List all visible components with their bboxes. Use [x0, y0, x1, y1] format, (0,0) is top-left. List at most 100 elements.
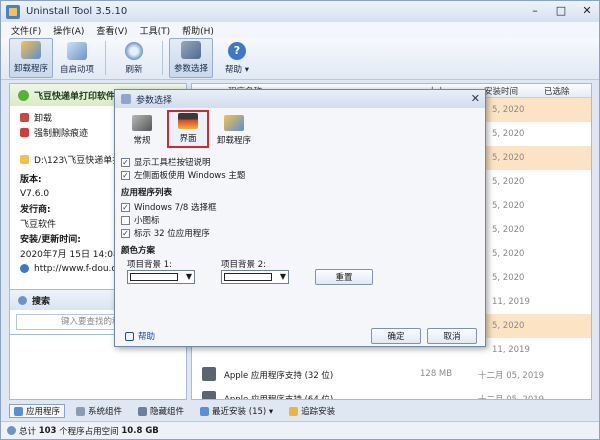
app-status-icon [18, 89, 29, 101]
tab-system-components[interactable]: 系统组件 [71, 404, 127, 418]
uninstaller-icon [224, 115, 244, 131]
color-swatch [130, 273, 178, 281]
menu-help[interactable]: 帮助(H) [182, 24, 214, 37]
program-name: Apple 应用程序支持 (32 位) [224, 371, 334, 381]
track-install-icon [289, 406, 299, 416]
help-link[interactable]: 帮助 [125, 330, 155, 342]
maximize-icon[interactable]: □ [555, 4, 567, 18]
ok-button[interactable]: 确定 [371, 328, 421, 344]
refresh-button[interactable]: 刷新 [112, 38, 156, 78]
tab-general[interactable]: 常规 [121, 110, 163, 148]
left-panel-theme-checkbox[interactable]: ✓ 左侧面板使用 Windows 主题 [121, 169, 245, 181]
install-date: 5, 2020 [492, 201, 525, 211]
toolbar: 卸载程序 自启动项 刷新 参数选择 ? 帮助 ▾ [1, 38, 599, 80]
hidden-components-icon [138, 406, 148, 416]
force-remove-icon [20, 128, 29, 137]
color-scheme-section: 颜色方案 [121, 246, 156, 256]
tab-recent-installs[interactable]: 最近安装 (15) ▾ [195, 404, 278, 418]
dropdown-arrow-icon: ▼ [185, 272, 192, 281]
publisher-value: 飞豆软件 [20, 220, 57, 230]
list-item[interactable]: Apple 应用程序支持 (64 位) 十二月 05, 2019 [192, 386, 591, 400]
toolbar-separator [162, 41, 163, 75]
toolbar-separator [105, 41, 106, 75]
general-icon [132, 115, 152, 131]
menu-action[interactable]: 操作(A) [53, 24, 84, 37]
bg1-label: 项目背景 1: [127, 260, 172, 270]
system-components-icon [76, 406, 86, 416]
install-date: 5, 2020 [492, 129, 525, 139]
version-value: V7.6.0 [20, 188, 50, 199]
program-name: Apple 应用程序支持 (64 位) [224, 395, 334, 400]
close-icon[interactable]: ✕ [581, 4, 593, 18]
install-date: 11, 2019 [492, 345, 530, 355]
startup-button[interactable]: 自启动项 [55, 38, 99, 78]
dialog-icon [121, 94, 131, 104]
toolbar-desc-checkbox[interactable]: ✓ 显示工具栏按钮说明 [121, 156, 211, 168]
category-tabs: 应用程序 系统组件 隐藏组件 最近安装 (15) ▾ 追踪安装 [9, 403, 599, 419]
help-button[interactable]: ? 帮助 ▾ [215, 38, 259, 78]
dialog-close-icon[interactable]: ✕ [471, 92, 480, 105]
program-size: 128 MB [420, 369, 453, 379]
small-icons-checkbox[interactable]: 小图标 [121, 214, 160, 226]
dropdown-arrow-icon: ▼ [279, 272, 286, 281]
uninstall-icon [21, 41, 41, 59]
cancel-button[interactable]: 取消 [427, 328, 477, 344]
bg2-color-select[interactable]: ▼ [221, 270, 289, 284]
install-date: 5, 2020 [492, 105, 525, 115]
app-list-section: 应用程序列表 [121, 188, 173, 198]
version-label: 版本: [20, 175, 42, 185]
publisher-label: 发行商: [20, 205, 51, 215]
checkbox[interactable] [121, 215, 130, 225]
folder-icon [20, 155, 29, 164]
search-icon [18, 295, 27, 305]
checkbox[interactable]: ✓ [121, 202, 130, 212]
help-icon: ? [228, 42, 246, 60]
bg1-color-select[interactable]: ▼ [127, 270, 195, 284]
dialog-title-bar: 参数选择 [115, 90, 485, 108]
reset-button[interactable]: 重置 [315, 269, 373, 285]
install-date: 5, 2020 [492, 153, 525, 163]
status-bar: 总计 103 个程序占用空间 10.8 GB [1, 421, 599, 439]
globe-icon [20, 264, 29, 273]
tab-track-install[interactable]: 追踪安装 [284, 404, 340, 418]
menu-tools[interactable]: 工具(T) [140, 24, 171, 37]
tab-interface[interactable]: 界面 [167, 110, 209, 148]
menu-bar: 文件(F) 操作(A) 查看(V) 工具(T) 帮助(H) [1, 22, 599, 38]
install-date: 十二月 05, 2019 [478, 371, 545, 381]
checkbox[interactable]: ✓ [121, 228, 130, 238]
tab-uninstaller[interactable]: 卸载程序 [213, 110, 255, 148]
uninstall-button[interactable]: 卸载程序 [9, 38, 53, 78]
menu-view[interactable]: 查看(V) [96, 24, 127, 37]
options-button[interactable]: 参数选择 [169, 38, 213, 78]
col-date[interactable]: 安装时间 [484, 85, 518, 97]
uninstall-small-icon [20, 113, 29, 122]
minimize-icon[interactable]: – [529, 4, 541, 18]
install-date-label: 安装/更新时间: [20, 235, 81, 245]
recent-installs-icon [200, 406, 210, 416]
checkbox[interactable]: ✓ [121, 170, 130, 180]
install-date: 十二月 05, 2019 [478, 395, 545, 400]
package-icon [202, 367, 216, 381]
tools-icon [181, 41, 201, 59]
app-icon [6, 4, 20, 19]
install-date: 5, 2020 [492, 321, 525, 331]
applications-icon [14, 406, 23, 416]
install-date: 5, 2020 [492, 249, 525, 259]
window-title: Uninstall Tool 3.5.10 [26, 6, 128, 17]
win78-checkbox[interactable]: ✓ Windows 7/8 选择框 [121, 201, 217, 213]
title-bar: Uninstall Tool 3.5.10 – □ ✕ [1, 1, 599, 22]
mark-32bit-checkbox[interactable]: ✓ 标示 32 位应用程序 [121, 227, 210, 239]
col-removed[interactable]: 已选除 [544, 85, 570, 97]
install-date: 11, 2019 [492, 297, 530, 307]
tab-applications[interactable]: 应用程序 [9, 404, 66, 418]
refresh-icon [125, 42, 143, 60]
bg2-label: 项目背景 2: [221, 260, 266, 270]
checkbox[interactable]: ✓ [121, 157, 130, 167]
dialog-title: 参数选择 [136, 95, 173, 106]
status-icon [7, 426, 16, 435]
tab-hidden-components[interactable]: 隐藏组件 [133, 404, 189, 418]
menu-file[interactable]: 文件(F) [11, 24, 41, 37]
dialog-tabs: 常规 界面 卸载程序 [121, 110, 255, 150]
install-date: 5, 2020 [492, 273, 525, 283]
list-item[interactable]: Apple 应用程序支持 (32 位) 128 MB 十二月 05, 2019 [192, 362, 591, 386]
